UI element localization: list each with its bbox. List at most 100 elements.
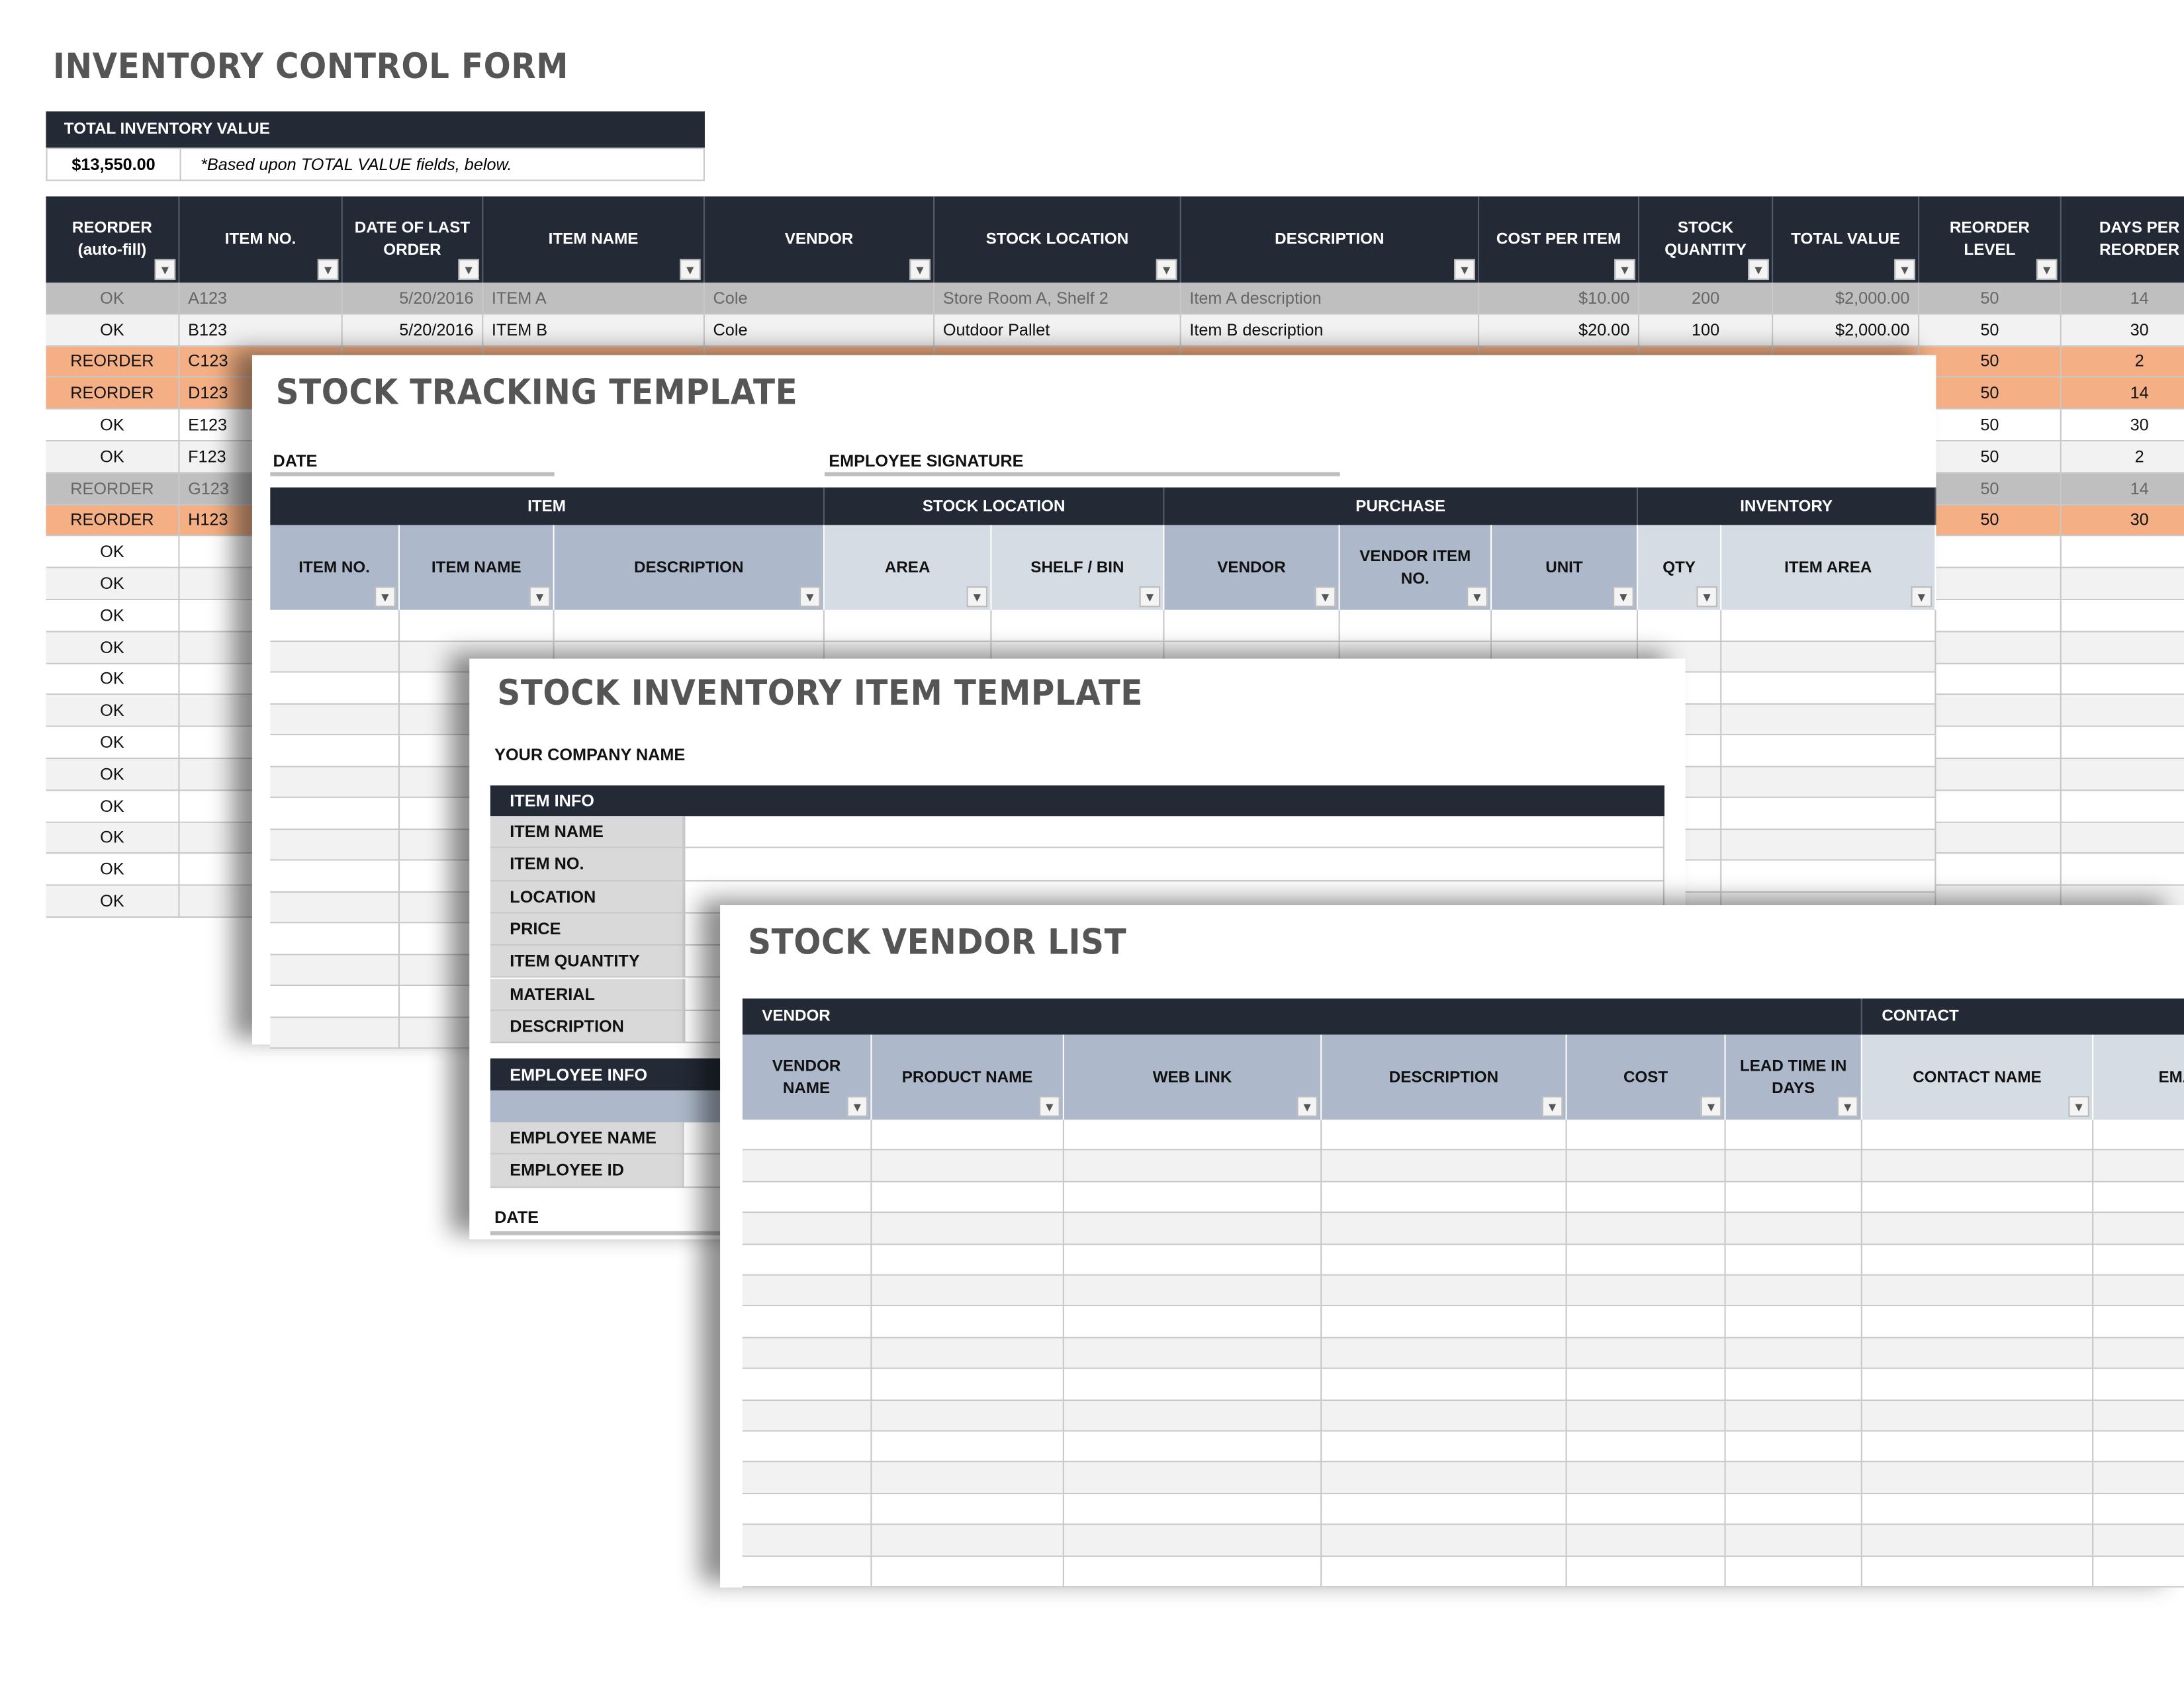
table-cell[interactable] (742, 1306, 872, 1339)
filter-dropdown-icon[interactable]: ▼ (1700, 1096, 1722, 1117)
table-cell[interactable] (1322, 1182, 1567, 1214)
table-cell[interactable]: 50 (1919, 410, 2062, 442)
filter-dropdown-icon[interactable]: ▼ (1297, 1096, 1318, 1117)
table-cell[interactable] (1064, 1556, 1322, 1588)
table-cell[interactable] (270, 891, 400, 924)
table-cell[interactable]: $2,000.00 (1773, 283, 1920, 315)
table-cell[interactable] (1322, 1151, 1567, 1182)
table-cell[interactable] (1064, 1213, 1322, 1245)
table-cell[interactable] (1721, 609, 1936, 642)
table-cell[interactable] (1567, 1462, 1726, 1494)
table-cell[interactable] (1567, 1369, 1726, 1401)
table-cell[interactable] (1721, 735, 1936, 767)
table-cell[interactable] (742, 1493, 872, 1525)
table-cell[interactable]: OK (46, 790, 180, 822)
table-cell[interactable]: 14 (2061, 378, 2184, 410)
table-cell[interactable] (1567, 1431, 1726, 1463)
table-cell[interactable] (872, 1493, 1064, 1525)
table-cell[interactable] (742, 1369, 872, 1401)
table-cell[interactable] (1492, 609, 1639, 642)
table-cell[interactable] (872, 1120, 1064, 1151)
table-cell[interactable]: OK (46, 314, 180, 347)
table-cell[interactable] (1725, 1525, 1862, 1557)
table-cell[interactable] (1862, 1369, 2094, 1401)
table-cell[interactable] (1919, 822, 2062, 854)
table-cell[interactable]: OK (46, 885, 180, 918)
table-cell[interactable] (1322, 1525, 1567, 1557)
table-cell[interactable] (1567, 1213, 1726, 1245)
table-cell[interactable] (1322, 1275, 1567, 1307)
table-cell[interactable] (270, 703, 400, 736)
table-cell[interactable]: REORDER (46, 473, 180, 506)
table-cell[interactable] (1862, 1400, 2094, 1432)
table-cell[interactable]: 5/20/2016 (342, 283, 484, 315)
table-cell[interactable]: 50 (1919, 473, 2062, 506)
table-cell[interactable] (1862, 1525, 2094, 1557)
table-cell[interactable] (1567, 1244, 1726, 1276)
filter-dropdown-icon[interactable]: ▼ (909, 259, 931, 281)
table-cell[interactable]: REORDER (46, 505, 180, 537)
table-cell[interactable] (1721, 829, 1936, 861)
filter-dropdown-icon[interactable]: ▼ (154, 259, 176, 281)
table-cell[interactable] (1064, 1431, 1322, 1463)
table-cell[interactable] (2061, 568, 2184, 601)
filter-dropdown-icon[interactable]: ▼ (1039, 1096, 1060, 1117)
table-cell[interactable] (742, 1275, 872, 1307)
table-cell[interactable] (1322, 1493, 1567, 1525)
table-cell[interactable] (1322, 1369, 1567, 1401)
table-cell[interactable] (2093, 1369, 2184, 1401)
table-cell[interactable] (991, 609, 1165, 642)
table-cell[interactable] (1064, 1244, 1322, 1276)
table-cell[interactable] (824, 609, 992, 642)
table-cell[interactable] (1064, 1462, 1322, 1494)
table-cell[interactable] (2093, 1494, 2184, 1525)
table-cell[interactable] (1064, 1151, 1322, 1182)
table-cell[interactable] (872, 1525, 1064, 1557)
table-cell[interactable] (2093, 1463, 2184, 1494)
filter-dropdown-icon[interactable]: ▼ (1314, 586, 1336, 607)
field-input[interactable] (684, 816, 1664, 849)
table-cell[interactable] (270, 860, 400, 892)
table-cell[interactable] (1725, 1462, 1862, 1494)
table-cell[interactable] (1862, 1244, 2094, 1276)
table-cell[interactable] (400, 609, 555, 642)
table-cell[interactable]: Cole (704, 283, 935, 315)
table-cell[interactable]: OK (46, 600, 180, 633)
table-cell[interactable] (1919, 537, 2062, 569)
table-cell[interactable] (1862, 1556, 2094, 1588)
table-cell[interactable]: OK (46, 441, 180, 474)
table-cell[interactable] (1322, 1213, 1567, 1245)
table-cell[interactable] (1725, 1213, 1862, 1245)
table-cell[interactable] (872, 1338, 1064, 1370)
table-cell[interactable] (1862, 1431, 2094, 1463)
filter-dropdown-icon[interactable]: ▼ (317, 259, 339, 281)
filter-dropdown-icon[interactable]: ▼ (375, 586, 396, 607)
filter-dropdown-icon[interactable]: ▼ (1139, 586, 1161, 607)
table-cell[interactable] (1064, 1493, 1322, 1525)
table-cell[interactable] (1919, 632, 2062, 664)
table-cell[interactable]: 50 (1919, 378, 2062, 410)
table-cell[interactable]: ITEM B (483, 314, 705, 347)
table-cell[interactable]: OK (46, 664, 180, 696)
filter-dropdown-icon[interactable]: ▼ (1541, 1096, 1563, 1117)
table-cell[interactable] (1862, 1182, 2094, 1214)
table-cell[interactable] (1638, 609, 1722, 642)
table-cell[interactable] (742, 1525, 872, 1557)
table-cell[interactable] (1725, 1275, 1862, 1307)
table-cell[interactable] (872, 1244, 1064, 1276)
table-cell[interactable] (1567, 1306, 1726, 1339)
table-cell[interactable] (270, 923, 400, 955)
table-cell[interactable]: 50 (1919, 505, 2062, 537)
table-cell[interactable] (1721, 766, 1936, 798)
table-cell[interactable] (1064, 1182, 1322, 1214)
table-cell[interactable] (1725, 1556, 1862, 1588)
table-cell[interactable] (270, 641, 400, 673)
table-cell[interactable]: 50 (1919, 314, 2062, 347)
table-cell[interactable] (872, 1213, 1064, 1245)
table-cell[interactable]: 14 (2061, 473, 2184, 506)
table-cell[interactable] (2061, 854, 2184, 886)
table-cell[interactable] (270, 797, 400, 830)
table-cell[interactable] (1725, 1400, 1862, 1432)
filter-dropdown-icon[interactable]: ▼ (1467, 586, 1488, 607)
table-cell[interactable] (1064, 1306, 1322, 1339)
